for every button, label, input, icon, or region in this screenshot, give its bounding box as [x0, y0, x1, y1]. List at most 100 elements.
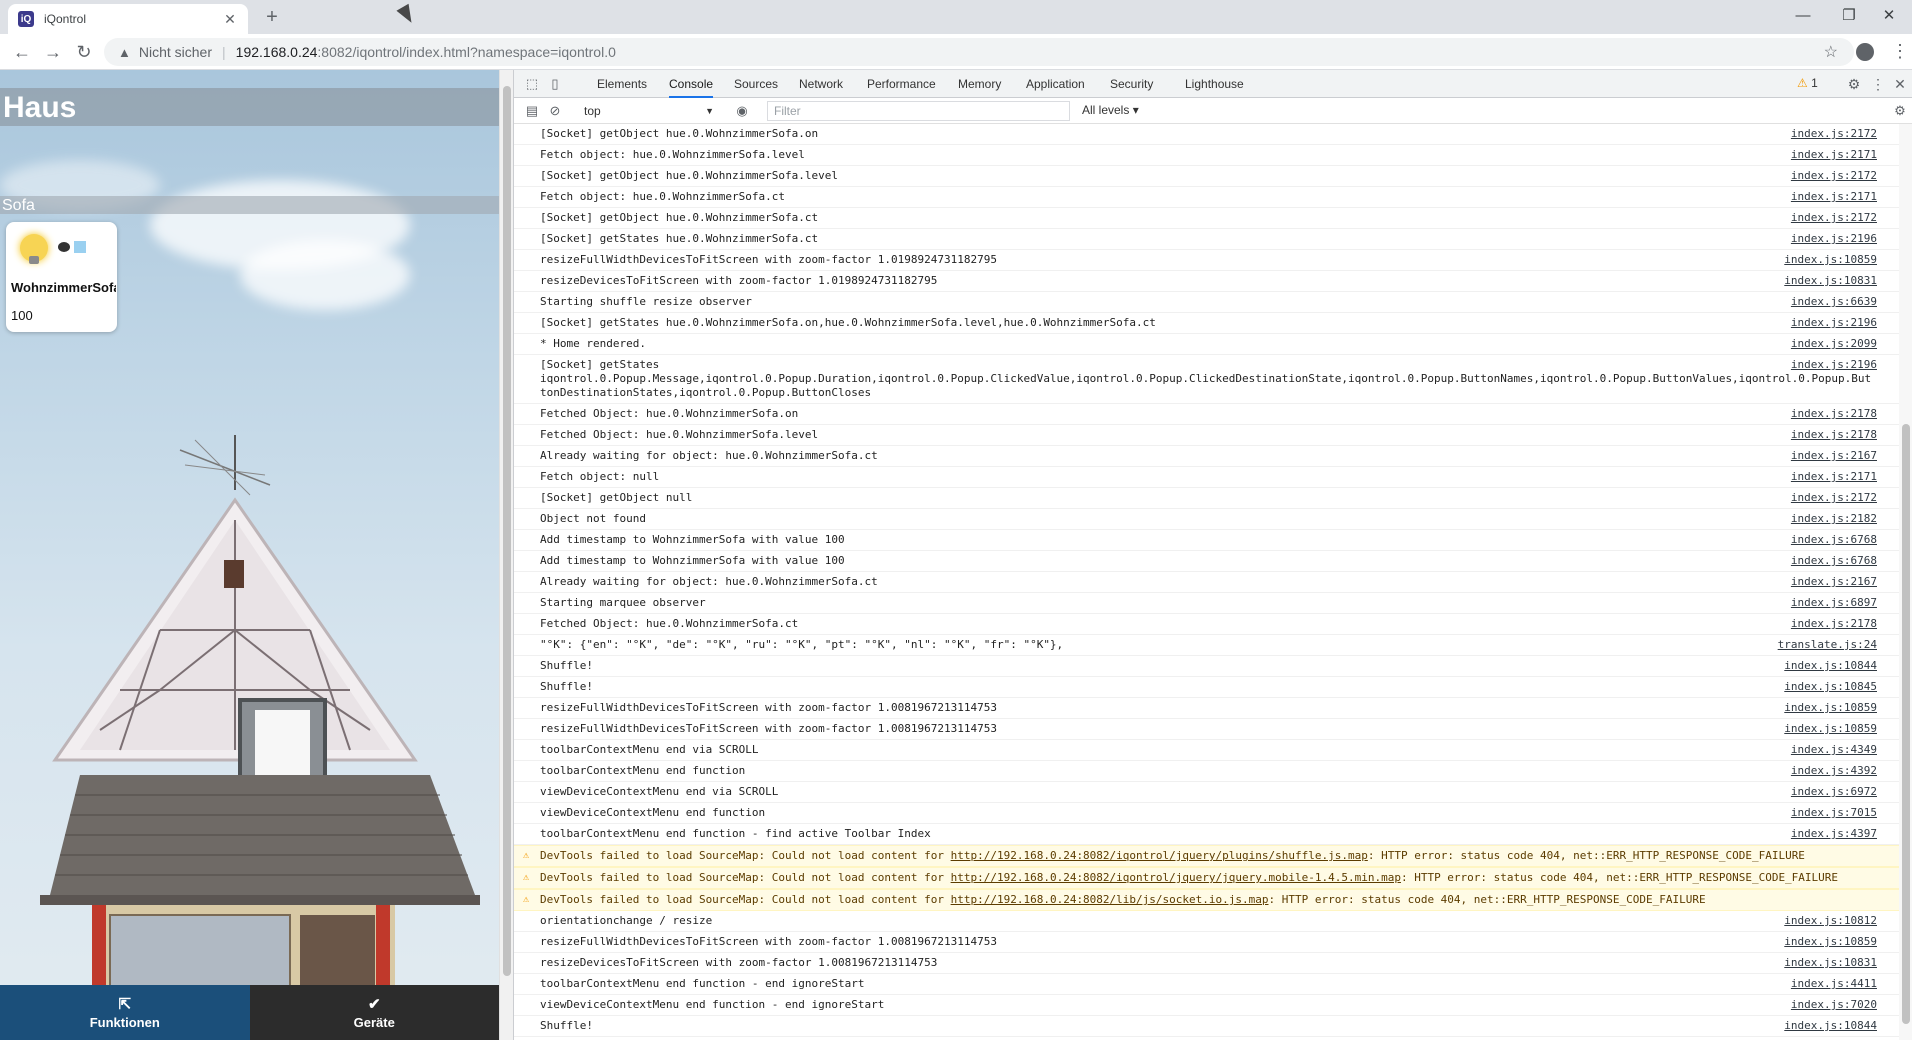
console-log-row: resizeFullWidthDevicesToFitScreen with z… [514, 698, 1899, 719]
source-link[interactable]: index.js:4397 [1791, 827, 1877, 841]
source-link[interactable]: index.js:10859 [1784, 722, 1877, 736]
scrollbar-thumb[interactable] [1902, 424, 1910, 1024]
source-link[interactable]: index.js:7020 [1791, 998, 1877, 1012]
console-log-row: toolbarContextMenu end function index.js:… [514, 761, 1899, 782]
source-link[interactable]: index.js:10859 [1784, 253, 1877, 267]
sourcemap-link[interactable]: http://192.168.0.24:8082/lib/js/socket.i… [951, 893, 1269, 906]
source-link[interactable]: index.js:4349 [1791, 743, 1877, 757]
link-icon [58, 242, 70, 252]
tab-network[interactable]: Network [799, 70, 843, 98]
tab-lighthouse[interactable]: Lighthouse [1185, 70, 1244, 98]
source-link[interactable]: index.js:10831 [1784, 274, 1877, 288]
inspect-element-icon[interactable]: ⬚ [524, 76, 540, 92]
tab-memory[interactable]: Memory [958, 70, 1001, 98]
source-link[interactable]: index.js:10844 [1784, 659, 1877, 673]
context-selector[interactable]: top ▼ [582, 101, 718, 121]
source-link[interactable]: index.js:10859 [1784, 935, 1877, 949]
source-link[interactable]: index.js:2178 [1791, 617, 1877, 631]
console-message: resizeDevicesToFitScreen with zoom-facto… [540, 274, 938, 287]
clear-console-icon[interactable]: ⊘ [547, 103, 563, 119]
source-link[interactable]: index.js:2182 [1791, 512, 1877, 526]
source-link[interactable]: index.js:10859 [1784, 701, 1877, 715]
levels-label: All levels [1082, 103, 1130, 117]
show-sidebar-icon[interactable]: ▤ [524, 103, 540, 119]
console-message: Fetched Object: hue.0.WohnzimmerSofa.ct [540, 617, 799, 630]
source-link[interactable]: index.js:10831 [1784, 956, 1877, 970]
source-link[interactable]: index.js:2172 [1791, 491, 1877, 505]
console-log-row: Fetch object: hue.0.WohnzimmerSofa.level… [514, 145, 1899, 166]
footer-button-funktionen[interactable]: ⇱ Funktionen [0, 985, 250, 1040]
source-link[interactable]: index.js:6897 [1791, 596, 1877, 610]
tab-elements[interactable]: Elements [597, 70, 647, 98]
source-link[interactable]: index.js:2172 [1791, 127, 1877, 141]
console-settings-icon[interactable]: ⚙ [1892, 103, 1908, 119]
source-link[interactable]: index.js:2171 [1791, 190, 1877, 204]
source-link[interactable]: index.js:2196 [1791, 232, 1877, 246]
source-link[interactable]: index.js:2167 [1791, 449, 1877, 463]
console-log-row: resizeDevicesToFitScreen with zoom-facto… [514, 271, 1899, 292]
console-log-row: "°K": {"en": "°K", "de": "°K", "ru": "°K… [514, 635, 1899, 656]
browser-menu-icon[interactable]: ⋮ [1888, 40, 1912, 64]
source-link[interactable]: index.js:2171 [1791, 470, 1877, 484]
warning-counter[interactable]: ⚠ 1 [1797, 76, 1818, 90]
source-link[interactable]: index.js:2099 [1791, 337, 1877, 351]
console-message: Fetch object: hue.0.WohnzimmerSofa.ct [540, 190, 786, 203]
reload-button[interactable]: ↻ [72, 40, 96, 64]
profile-avatar-icon[interactable] [1856, 43, 1874, 61]
warning-message: DevTools failed to load SourceMap: Could… [540, 871, 951, 884]
live-expression-eye-icon[interactable]: ◉ [734, 103, 750, 119]
settings-gear-icon[interactable]: ⚙ [1846, 76, 1862, 92]
source-link[interactable]: index.js:2196 [1791, 358, 1877, 372]
scrollbar-thumb[interactable] [503, 86, 511, 976]
browser-tab[interactable]: iQ iQontrol ✕ [8, 4, 248, 34]
close-devtools-icon[interactable]: ✕ [1892, 76, 1908, 92]
bookmark-star-icon[interactable]: ☆ [1824, 42, 1838, 62]
console-warning-row: ⚠ DevTools failed to load SourceMap: Coul… [514, 845, 1899, 867]
sourcemap-link[interactable]: http://192.168.0.24:8082/iqontrol/jquery… [951, 849, 1368, 862]
light-bulb-icon[interactable] [20, 234, 48, 264]
back-button[interactable]: ← [10, 40, 34, 64]
source-link[interactable]: index.js:2178 [1791, 407, 1877, 421]
source-link[interactable]: index.js:2172 [1791, 169, 1877, 183]
source-link[interactable]: index.js:6768 [1791, 533, 1877, 547]
device-toolbar-icon[interactable]: ▯ [547, 76, 563, 92]
tab-console[interactable]: Console [669, 70, 714, 98]
close-window-button[interactable]: ✕ [1866, 0, 1912, 30]
minimize-button[interactable]: — [1780, 0, 1826, 30]
tab-security[interactable]: Security [1110, 70, 1153, 98]
source-link[interactable]: index.js:10812 [1784, 914, 1877, 928]
page-scrollbar[interactable] [499, 70, 513, 1040]
footer-button-geraete[interactable]: ✔ Geräte [250, 985, 500, 1040]
source-link[interactable]: index.js:10845 [1784, 680, 1877, 694]
address-bar[interactable]: ▲ Nicht sicher | 192.168.0.24:8082/iqont… [104, 38, 1854, 66]
device-tile[interactable]: WohnzimmerSofa 100 [6, 222, 117, 332]
forward-button[interactable]: → [41, 40, 65, 64]
console-message: Already waiting for object: hue.0.Wohnzi… [540, 449, 878, 462]
tab-close-icon[interactable]: ✕ [222, 11, 238, 28]
source-link[interactable]: translate.js:24 [1778, 638, 1877, 652]
tab-strip: iQ iQontrol ✕ + — ❐ ✕ [0, 0, 1912, 34]
source-link[interactable]: index.js:2167 [1791, 575, 1877, 589]
source-link[interactable]: index.js:6768 [1791, 554, 1877, 568]
source-link[interactable]: index.js:6972 [1791, 785, 1877, 799]
source-link[interactable]: index.js:2196 [1791, 316, 1877, 330]
warning-message: DevTools failed to load SourceMap: Could… [540, 849, 951, 862]
source-link[interactable]: index.js:2171 [1791, 148, 1877, 162]
tab-application[interactable]: Application [1026, 70, 1085, 98]
sourcemap-link[interactable]: http://192.168.0.24:8082/iqontrol/jquery… [951, 871, 1401, 884]
console-scrollbar[interactable] [1899, 124, 1912, 1040]
tab-sources[interactable]: Sources [734, 70, 778, 98]
source-link[interactable]: index.js:2178 [1791, 428, 1877, 442]
source-link[interactable]: index.js:2172 [1791, 211, 1877, 225]
new-tab-button[interactable]: + [260, 6, 284, 30]
device-value: 100 [11, 308, 33, 323]
tab-performance[interactable]: Performance [867, 70, 936, 98]
source-link[interactable]: index.js:7015 [1791, 806, 1877, 820]
source-link[interactable]: index.js:4392 [1791, 764, 1877, 778]
source-link[interactable]: index.js:4411 [1791, 977, 1877, 991]
devtools-menu-icon[interactable]: ⋮ [1870, 76, 1886, 92]
source-link[interactable]: index.js:6639 [1791, 295, 1877, 309]
source-link[interactable]: index.js:10844 [1784, 1019, 1877, 1033]
log-levels-dropdown[interactable]: All levels ▾ [1082, 103, 1139, 117]
console-filter-input[interactable] [767, 101, 1070, 121]
